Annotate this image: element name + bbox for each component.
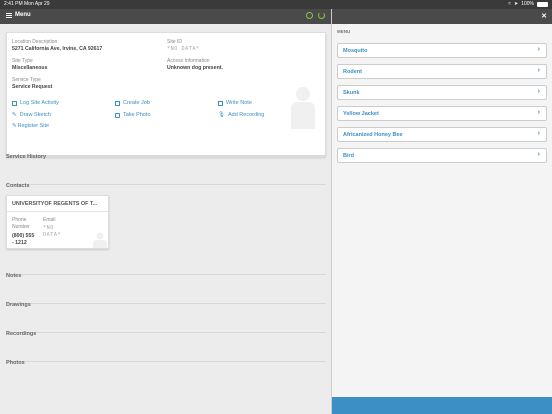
draw-sketch-label: Draw Sketch — [19, 112, 51, 118]
site-id-value: *NO DATA* — [167, 46, 200, 52]
menu-item-mosquito[interactable]: Mosquito › — [337, 43, 547, 58]
side-menu-panel: ✕ MENU Mosquito › Rodent › Skunk › Yello… — [331, 9, 552, 414]
photos-title: Photos — [6, 360, 25, 366]
hamburger-icon — [6, 12, 12, 18]
status-date: Mon Apr 29 — [24, 1, 50, 7]
email-value-line2: DATA* — [43, 232, 62, 238]
write-note-button[interactable]: Write Note — [218, 100, 252, 106]
service-type-label: Service Type — [12, 77, 41, 83]
status-time: 2:41 PM — [4, 1, 23, 7]
contacts-section: Contacts — [6, 174, 326, 189]
sync-icon[interactable] — [318, 12, 325, 19]
chevron-right-icon: › — [537, 109, 540, 116]
chevron-right-icon: › — [537, 88, 540, 95]
status-right: ≈ ➤ 100% — [508, 0, 548, 9]
drawings-section[interactable]: Drawings — [6, 293, 326, 308]
log-site-activity-label: Log Site Activity — [20, 100, 59, 106]
microphone-icon: 🎙 — [218, 112, 225, 118]
location-icon: ➤ — [514, 1, 519, 7]
menu-item-label: Africanized Honey Bee — [343, 132, 403, 138]
access-info-value: Unknown dog present. — [167, 65, 223, 71]
chevron-right-icon: › — [537, 151, 540, 158]
status-bar: 2:41 PM Mon Apr 29 ≈ ➤ 100% — [0, 0, 552, 9]
close-icon[interactable]: ✕ — [541, 12, 547, 20]
contact-person-icon — [93, 232, 107, 248]
camera-icon — [115, 112, 120, 118]
take-photo-label: Take Photo — [123, 112, 151, 118]
edit-icon — [218, 100, 223, 106]
email-value-line1: *NO — [43, 225, 54, 231]
status-time-date: 2:41 PM Mon Apr 29 — [4, 0, 50, 9]
side-menu-header: MENU — [337, 29, 351, 34]
battery-percent: 100% — [521, 1, 534, 7]
menu-item-label: Yellow Jacket — [343, 111, 379, 117]
location-description-value: 5271 California Ave, Irvine, CA 92617 — [12, 46, 103, 52]
menu-button[interactable]: Menu — [6, 12, 31, 18]
menu-item-bird[interactable]: Bird › — [337, 148, 547, 163]
status-circle-icon[interactable] — [306, 12, 313, 19]
menu-item-africanized-honey-bee[interactable]: Africanized Honey Bee › — [337, 127, 547, 142]
add-recording-label: Add Recording — [227, 112, 265, 118]
contact-card[interactable]: UNIVERSITYOF REGENTS OF T... Phone Numbe… — [6, 195, 109, 249]
contact-divider — [7, 211, 108, 212]
chevron-right-icon: › — [537, 46, 540, 53]
service-type-value: Service Request — [12, 84, 53, 90]
top-navbar: Menu — [0, 9, 331, 24]
site-type-label: Site Type — [12, 58, 33, 64]
site-id-label: Site ID — [167, 39, 183, 45]
chevron-right-icon: › — [537, 67, 540, 74]
document-icon — [115, 100, 120, 106]
register-site-label: Register Site — [17, 123, 50, 129]
photos-section[interactable]: Photos — [6, 351, 326, 366]
chevron-right-icon: › — [537, 130, 540, 137]
phone-label-line2: Number — [12, 224, 30, 230]
notes-section[interactable]: Notes — [6, 264, 326, 279]
menu-item-rodent[interactable]: Rodent › — [337, 64, 547, 79]
register-edit-icon: ✎ — [12, 123, 17, 129]
take-photo-button[interactable]: Take Photo — [115, 112, 151, 118]
menu-item-label: Bird — [343, 153, 354, 159]
menu-button-label: Menu — [15, 12, 31, 18]
side-panel-footer[interactable] — [332, 397, 552, 414]
main-content: Location Description 5271 California Ave… — [0, 24, 331, 414]
site-type-value: Miscellaneous — [12, 65, 48, 71]
email-label: Email — [43, 217, 56, 223]
menu-item-skunk[interactable]: Skunk › — [337, 85, 547, 100]
location-description-label: Location Description — [12, 39, 58, 45]
nav-icons — [306, 12, 325, 19]
menu-item-label: Skunk — [343, 90, 360, 96]
recordings-title: Recordings — [6, 331, 37, 337]
service-history-title: Service History — [6, 154, 47, 160]
register-site-button[interactable]: ✎ Register Site — [12, 123, 49, 129]
draw-sketch-button[interactable]: ✎ Draw Sketch — [12, 112, 51, 118]
create-job-button[interactable]: Create Job — [115, 100, 150, 106]
write-note-label: Write Note — [226, 100, 252, 106]
drawings-title: Drawings — [6, 302, 31, 308]
contact-name: UNIVERSITYOF REGENTS OF T... — [12, 201, 98, 207]
contacts-title: Contacts — [6, 183, 30, 189]
create-job-label: Create Job — [123, 100, 150, 106]
calendar-icon — [12, 100, 17, 106]
wifi-icon: ≈ — [508, 1, 511, 7]
phone-value-line2[interactable]: - 1212 — [12, 240, 27, 246]
phone-label-line1: Phone — [12, 217, 27, 223]
log-site-activity-button[interactable]: Log Site Activity — [12, 100, 59, 106]
pencil-icon: ✎ — [12, 112, 17, 118]
access-info-label: Access Information — [167, 58, 210, 64]
battery-icon — [537, 2, 548, 7]
phone-value-line1[interactable]: (800) 555 — [12, 233, 34, 239]
person-watermark-icon — [291, 87, 315, 129]
site-info-card: Location Description 5271 California Ave… — [6, 32, 326, 157]
side-panel-header: ✕ — [332, 9, 552, 24]
menu-item-yellow-jacket[interactable]: Yellow Jacket › — [337, 106, 547, 121]
menu-item-label: Mosquito — [343, 48, 368, 54]
recordings-section[interactable]: Recordings — [6, 322, 326, 337]
menu-item-label: Rodent — [343, 69, 362, 75]
notes-title: Notes — [6, 273, 22, 279]
service-history-section[interactable]: Service History — [6, 145, 326, 160]
add-recording-button[interactable]: 🎙 Add Recording — [218, 112, 264, 118]
